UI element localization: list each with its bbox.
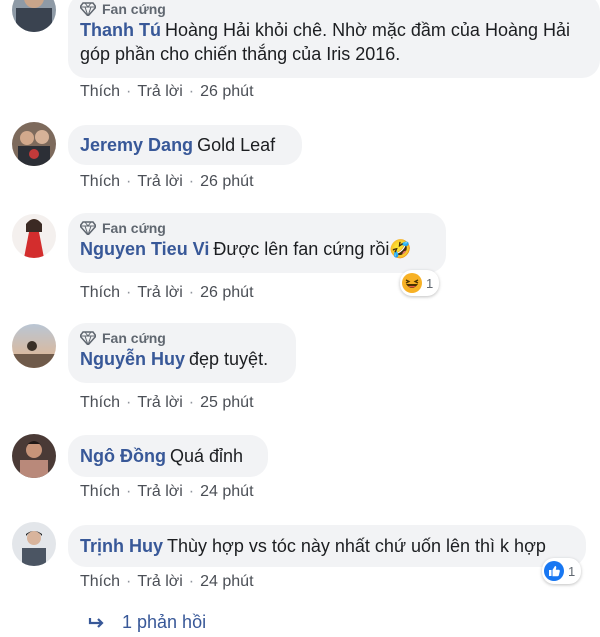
reaction-summary[interactable]: 1 <box>400 270 440 296</box>
comment-author[interactable]: Nguyen Tieu Vi <box>80 239 209 259</box>
diamond-icon <box>80 221 96 235</box>
comment-body: Được lên fan cứng rồi🤣 <box>213 239 412 259</box>
comment-text: Nguyen Tieu Vi Được lên fan cứng rồi🤣 <box>80 237 434 261</box>
separator: · <box>188 284 195 301</box>
avatar[interactable] <box>12 324 56 368</box>
avatar[interactable] <box>12 122 56 166</box>
haha-emoji-icon <box>402 273 422 293</box>
separator: · <box>126 83 132 100</box>
fan-badge: Fan cứng <box>80 0 588 18</box>
timestamp[interactable]: 26 phút <box>200 284 253 302</box>
comment-author[interactable]: Ngô Đồng <box>80 446 166 466</box>
badge-label: Fan cứng <box>102 330 166 346</box>
timestamp[interactable]: 26 phút <box>200 173 253 191</box>
avatar[interactable] <box>12 0 56 32</box>
comment-actions: Thích · Trả lời · 26 phút <box>80 284 254 302</box>
reply-link[interactable]: Trả lời <box>137 173 182 191</box>
comment-actions: Thích · Trả lời · 24 phút <box>80 573 254 591</box>
comment-actions: Thích · Trả lời · 26 phút <box>80 83 254 101</box>
comment-bubble: Trịnh Huy Thùy hợp vs tóc này nhất chứ uố… <box>68 525 586 567</box>
reaction-summary[interactable]: 1 <box>542 558 582 584</box>
comment-text: Trịnh Huy Thùy hợp vs tóc này nhất chứ uố… <box>80 534 574 558</box>
like-thumb-icon <box>544 561 564 581</box>
reply-link[interactable]: Trả lời <box>137 83 182 101</box>
like-link[interactable]: Thích <box>80 284 120 302</box>
reply-link[interactable]: Trả lời <box>137 394 182 412</box>
timestamp[interactable]: 24 phút <box>200 483 253 501</box>
separator: · <box>126 573 132 590</box>
separator: · <box>188 394 195 411</box>
badge-label: Fan cứng <box>102 220 166 236</box>
like-link[interactable]: Thích <box>80 483 120 501</box>
reply-link[interactable]: Trả lời <box>137 483 182 501</box>
like-link[interactable]: Thích <box>80 394 120 412</box>
comment-author[interactable]: Nguyễn Huy <box>80 349 185 369</box>
comment-bubble: Fan cứng Nguyen Tieu Vi Được lên fan cứng… <box>68 213 446 273</box>
separator: · <box>126 173 132 190</box>
comment-actions: Thích · Trả lời · 25 phút <box>80 394 254 412</box>
separator: · <box>188 173 195 190</box>
comment-actions: Thích · Trả lời · 26 phút <box>80 173 254 191</box>
comment-author[interactable]: Jeremy Dang <box>80 135 193 155</box>
avatar[interactable] <box>12 214 56 258</box>
timestamp[interactable]: 26 phút <box>200 83 253 101</box>
diamond-icon <box>80 331 96 345</box>
separator: · <box>126 284 132 301</box>
reaction-count: 1 <box>426 275 434 291</box>
comment-body: Quá đỉnh <box>169 446 244 466</box>
fan-badge: Fan cứng <box>80 329 284 347</box>
like-link[interactable]: Thích <box>80 173 120 191</box>
timestamp[interactable]: 25 phút <box>200 394 253 412</box>
reply-link[interactable]: Trả lời <box>137 573 182 591</box>
comment-author[interactable]: Trịnh Huy <box>80 536 163 556</box>
separator: · <box>188 83 195 100</box>
view-replies-link[interactable]: 1 phản hồi <box>88 612 206 633</box>
comment-bubble: Jeremy Dang Gold Leaf <box>68 125 302 165</box>
separator: · <box>126 394 132 411</box>
comment-body: Thùy hợp vs tóc này nhất chứ uốn lên thì… <box>167 536 546 556</box>
like-link[interactable]: Thích <box>80 83 120 101</box>
timestamp[interactable]: 24 phút <box>200 573 253 591</box>
separator: · <box>188 573 195 590</box>
avatar[interactable] <box>12 434 56 478</box>
fan-badge: Fan cứng <box>80 219 434 237</box>
reaction-count: 1 <box>568 563 576 579</box>
comment-text: Thanh Tú Hoàng Hải khỏi chê. Nhờ mặc đầm … <box>80 18 588 66</box>
comment-text: Nguyễn Huy đẹp tuyệt. <box>80 347 284 371</box>
comment-body: đẹp tuyệt. <box>189 349 269 369</box>
diamond-icon <box>80 2 96 16</box>
comment-author[interactable]: Thanh Tú <box>80 20 161 40</box>
separator: · <box>126 483 132 500</box>
comment-bubble: Ngô Đồng Quá đỉnh <box>68 435 268 477</box>
view-replies-label[interactable]: 1 phản hồi <box>122 612 206 633</box>
like-link[interactable]: Thích <box>80 573 120 591</box>
badge-label: Fan cứng <box>102 1 166 17</box>
comment-actions: Thích · Trả lời · 24 phút <box>80 483 254 501</box>
avatar[interactable] <box>12 522 56 566</box>
comment-bubble: Fan cứng Nguyễn Huy đẹp tuyệt. <box>68 323 296 383</box>
comment-text: Ngô Đồng Quá đỉnh <box>80 444 256 468</box>
comment-body: Gold Leaf <box>197 135 276 155</box>
comment-text: Jeremy Dang Gold Leaf <box>80 133 290 157</box>
reply-link[interactable]: Trả lời <box>137 284 182 302</box>
reply-arrow-icon <box>88 617 104 628</box>
separator: · <box>188 483 195 500</box>
comment-bubble: Fan cứng Thanh Tú Hoàng Hải khỏi chê. Nhờ… <box>68 0 600 78</box>
